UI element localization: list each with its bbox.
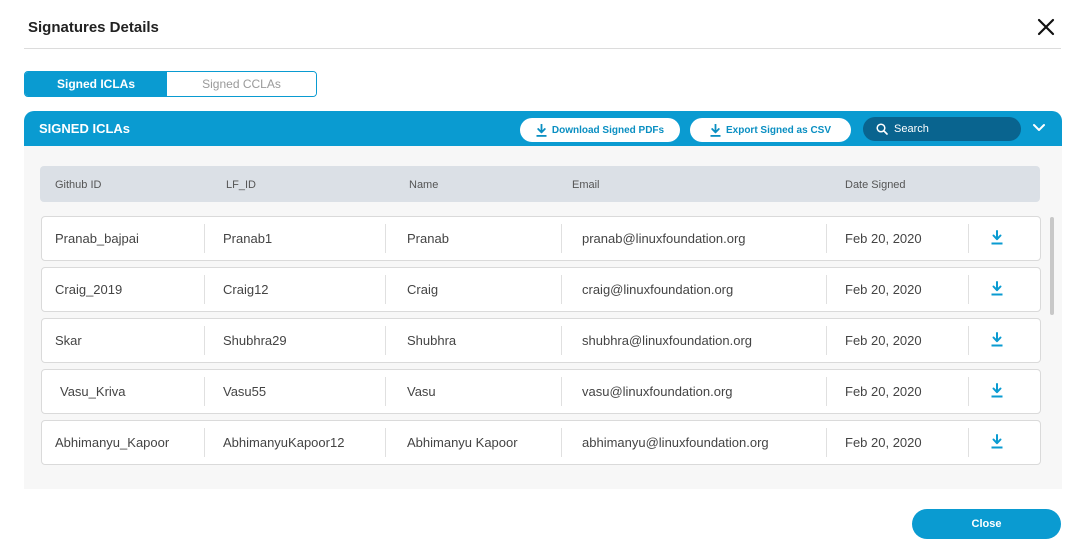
column-header-lf-id: LF_ID [226, 179, 256, 191]
column-divider [826, 224, 827, 253]
column-header-date-signed: Date Signed [845, 179, 906, 191]
cell-email: pranab@linuxfoundation.org [582, 231, 746, 246]
download-icon[interactable] [991, 230, 1003, 245]
column-divider [385, 377, 386, 406]
column-divider [561, 326, 562, 355]
table-row: Craig_2019 Craig12 Craig craig@linuxfoun… [41, 267, 1041, 312]
column-divider [204, 326, 205, 355]
cell-date-signed: Feb 20, 2020 [845, 282, 922, 297]
column-divider [204, 428, 205, 457]
title-divider [24, 48, 1061, 49]
table-row: Vasu_Kriva Vasu55 Vasu vasu@linuxfoundat… [41, 369, 1041, 414]
cell-github-id: Vasu_Kriva [60, 384, 126, 399]
panel-header: SIGNED ICLAs Download Signed PDFs Export… [24, 111, 1062, 146]
cell-name: Craig [407, 282, 439, 297]
column-divider [561, 224, 562, 253]
cell-lf-id: Shubhra29 [223, 333, 287, 348]
column-divider [968, 224, 969, 253]
download-signed-pdfs-label: Download Signed PDFs [551, 124, 665, 136]
column-divider [561, 377, 562, 406]
download-signed-pdfs-button[interactable]: Download Signed PDFs [520, 118, 680, 142]
cell-name: Shubhra [407, 333, 457, 348]
column-divider [561, 428, 562, 457]
chevron-down-icon[interactable] [1032, 122, 1046, 134]
column-divider [968, 377, 969, 406]
cell-date-signed: Feb 20, 2020 [845, 435, 922, 450]
close-icon[interactable] [1035, 16, 1057, 38]
table-scrollbar[interactable] [1050, 217, 1054, 315]
cell-date-signed: Feb 20, 2020 [845, 384, 922, 399]
download-icon [536, 123, 547, 137]
download-icon[interactable] [991, 281, 1003, 296]
download-icon[interactable] [991, 434, 1003, 449]
search-icon [876, 123, 888, 135]
cell-github-id: Abhimanyu_Kapoor [55, 435, 170, 450]
cell-lf-id: AbhimanyuKapoor12 [223, 435, 345, 450]
cell-github-id: Pranab_bajpai [55, 231, 139, 246]
search-input[interactable] [894, 123, 1014, 135]
column-divider [385, 224, 386, 253]
column-divider [561, 275, 562, 304]
download-icon [710, 123, 721, 137]
table-row: Abhimanyu_Kapoor AbhimanyuKapoor12 Abhim… [41, 420, 1041, 465]
table-row: Pranab_bajpai Pranab1 Pranab pranab@linu… [41, 216, 1041, 261]
table-header: Github ID LF_ID Name Email Date Signed [40, 166, 1040, 202]
column-divider [826, 326, 827, 355]
cell-lf-id: Vasu55 [223, 384, 267, 399]
panel-title: SIGNED ICLAs [39, 121, 131, 136]
search-box [863, 117, 1021, 141]
cell-date-signed: Feb 20, 2020 [845, 231, 922, 246]
column-divider [968, 275, 969, 304]
cell-email: abhimanyu@linuxfoundation.org [582, 435, 769, 450]
column-divider [204, 377, 205, 406]
export-signed-csv-button[interactable]: Export Signed as CSV [690, 118, 851, 142]
cell-name: Vasu [407, 384, 436, 399]
export-signed-csv-label: Export Signed as CSV [725, 124, 832, 136]
column-header-github-id: Github ID [55, 179, 102, 191]
column-divider [826, 377, 827, 406]
column-divider [968, 428, 969, 457]
download-icon[interactable] [991, 332, 1003, 347]
column-header-name: Name [409, 179, 439, 191]
column-divider [204, 275, 205, 304]
column-divider [204, 224, 205, 253]
cell-email: vasu@linuxfoundation.org [582, 384, 733, 399]
close-button[interactable]: Close [912, 509, 1061, 539]
column-divider [826, 275, 827, 304]
tab-signed-cclas[interactable]: Signed CCLAs [167, 72, 316, 96]
cell-lf-id: Pranab1 [223, 231, 273, 246]
cell-lf-id: Craig12 [223, 282, 269, 297]
column-divider [385, 326, 386, 355]
signed-iclas-panel: SIGNED ICLAs Download Signed PDFs Export… [24, 111, 1062, 489]
table-row: Skar Shubhra29 Shubhra shubhra@linuxfoun… [41, 318, 1041, 363]
cell-email: shubhra@linuxfoundation.org [582, 333, 753, 348]
cell-name: Pranab [407, 231, 449, 246]
cell-date-signed: Feb 20, 2020 [845, 333, 922, 348]
column-divider [385, 428, 386, 457]
cell-github-id: Skar [55, 333, 82, 348]
column-divider [826, 428, 827, 457]
download-icon[interactable] [991, 383, 1003, 398]
tab-signed-iclas[interactable]: Signed ICLAs [25, 72, 167, 96]
column-header-email: Email [572, 179, 600, 191]
cell-github-id: Craig_2019 [55, 282, 123, 297]
column-divider [968, 326, 969, 355]
signature-type-toggle: Signed ICLAs Signed CCLAs [24, 71, 317, 97]
cell-email: craig@linuxfoundation.org [582, 282, 734, 297]
modal-title: Signatures Details [28, 19, 159, 36]
column-divider [385, 275, 386, 304]
cell-name: Abhimanyu Kapoor [407, 435, 518, 450]
